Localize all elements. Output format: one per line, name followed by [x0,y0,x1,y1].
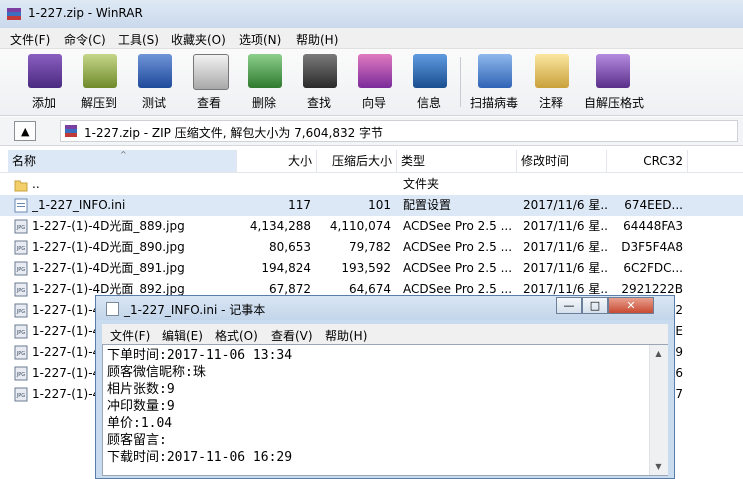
up-arrow-icon: ▲ [21,125,30,138]
np-menu-edit[interactable]: 编辑(E) [162,327,203,344]
extract-to-icon [83,54,117,88]
folder-icon [14,180,28,192]
add-button[interactable]: 添加 [16,52,72,112]
svg-text:JPG: JPG [16,246,25,252]
scroll-up-icon[interactable]: ▲ [650,345,667,362]
menu-favorites[interactable]: 收藏夹(O) [171,31,226,48]
sfx-icon [596,54,630,88]
minimize-icon: — [563,299,575,312]
maximize-button[interactable]: □ [582,297,608,314]
winrar-app-icon [7,8,21,20]
text-line: 冲印数量:9 [107,399,175,414]
column-modified[interactable]: 修改时间 [517,150,607,172]
notepad-text-area[interactable]: 下单时间:2017-11-06 13:34 顾客微信昵称:珠 相片张数:9 冲印… [102,344,668,476]
svg-text:JPG: JPG [16,393,25,399]
svg-text:JPG: JPG [16,288,25,294]
svg-text:JPG: JPG [16,225,25,231]
column-name[interactable]: 名称 ^ [8,150,237,172]
column-type[interactable]: 类型 [397,150,517,172]
np-menu-format[interactable]: 格式(O) [215,327,258,344]
menu-bar: 文件(F) 命令(C) 工具(S) 收藏夹(O) 选项(N) 帮助(H) [0,28,743,49]
scan-virus-icon [478,54,512,88]
column-size[interactable]: 大小 [237,150,317,172]
file-row[interactable]: JPG 1-227-(1)-4D光面_891.jpg 194,824 193,5… [0,258,743,279]
wizard-button[interactable]: 向导 [346,52,402,112]
notepad-menu-bar: 文件(F) 编辑(E) 格式(O) 查看(V) 帮助(H) [102,324,668,344]
test-icon [138,54,172,88]
delete-button[interactable]: 删除 [236,52,292,112]
menu-options[interactable]: 选项(N) [239,31,281,48]
jpg-file-icon: JPG [14,219,28,234]
menu-help[interactable]: 帮助(H) [296,31,338,48]
close-button[interactable]: ✕ [608,297,654,314]
jpg-file-icon: JPG [14,345,28,360]
comment-button[interactable]: 注释 [523,52,579,112]
file-row[interactable]: JPG 1-227-(1)-4D光面_889.jpg 4,134,288 4,1… [0,216,743,237]
wizard-icon [358,54,392,88]
view-icon [193,54,229,90]
svg-text:JPG: JPG [16,372,25,378]
svg-text:JPG: JPG [16,330,25,336]
delete-icon [248,54,282,88]
jpg-file-icon: JPG [14,387,28,402]
find-button[interactable]: 查找 [291,52,347,112]
up-folder-button[interactable]: ▲ [14,121,36,141]
maximize-icon: □ [589,299,601,312]
sort-ascending-icon: ^ [120,150,127,159]
text-line: 单价:1.04 [107,416,173,431]
sfx-button[interactable]: 自解压格式 [580,52,648,112]
comment-icon [535,54,569,88]
jpg-file-icon: JPG [14,366,28,381]
winrar-title-bar: 1-227.zip - WinRAR [0,0,743,28]
notepad-title-bar[interactable]: _1-227_INFO.ini - 记事本 — □ ✕ [96,296,674,320]
file-row[interactable]: .. 文件夹 [0,174,743,195]
np-menu-view[interactable]: 查看(V) [271,327,313,344]
jpg-file-icon: JPG [14,261,28,276]
add-archive-icon [28,54,62,88]
text-line: 下载时间:2017-11-06 16:29 [107,450,293,465]
text-line: 顾客微信昵称:珠 [107,365,206,380]
file-row[interactable]: _1-227_INFO.ini 117 101 配置设置 2017/11/6 星… [0,195,743,216]
column-crc32[interactable]: CRC32 [607,150,688,172]
svg-text:JPG: JPG [16,267,25,273]
notepad-title: _1-227_INFO.ini - 记事本 [124,303,266,317]
column-packed[interactable]: 压缩后大小 [317,150,397,172]
file-list-header: 名称 ^ 大小 压缩后大小 类型 修改时间 CRC32 [0,150,743,173]
archive-icon [65,125,77,137]
address-text: 1-227.zip - ZIP 压缩文件, 解包大小为 7,604,832 字节 [84,126,384,140]
scan-virus-button[interactable]: 扫描病毒 [466,52,522,112]
text-line: 相片张数:9 [107,382,175,397]
minimize-button[interactable]: — [556,297,582,314]
vertical-scrollbar[interactable]: ▲ ▼ [649,345,668,475]
text-line: 顾客留言: [107,433,167,448]
toolbar: 添加 解压到 测试 查看 删除 查找 向导 信息 扫描病毒 注释 自解压格式 [0,49,743,116]
svg-text:JPG: JPG [16,351,25,357]
info-icon [413,54,447,88]
jpg-file-icon: JPG [14,240,28,255]
np-menu-file[interactable]: 文件(F) [110,327,150,344]
find-icon [303,54,337,88]
svg-text:JPG: JPG [16,309,25,315]
menu-commands[interactable]: 命令(C) [64,31,106,48]
jpg-file-icon: JPG [14,282,28,297]
np-menu-help[interactable]: 帮助(H) [325,327,367,344]
extract-to-button[interactable]: 解压到 [71,52,127,112]
menu-file[interactable]: 文件(F) [10,31,50,48]
jpg-file-icon: JPG [14,303,28,318]
address-bar: ▲ 1-227.zip - ZIP 压缩文件, 解包大小为 7,604,832 … [0,117,743,146]
text-line: 下单时间:2017-11-06 13:34 [107,348,293,363]
notepad-window: _1-227_INFO.ini - 记事本 — □ ✕ 文件(F) 编辑(E) … [95,295,675,479]
file-row[interactable]: JPG 1-227-(1)-4D光面_890.jpg 80,653 79,782… [0,237,743,258]
ini-file-icon [14,198,28,213]
menu-tools[interactable]: 工具(S) [118,31,159,48]
view-button[interactable]: 查看 [181,52,237,112]
test-button[interactable]: 测试 [126,52,182,112]
info-button[interactable]: 信息 [401,52,457,112]
scroll-down-icon[interactable]: ▼ [650,458,667,475]
toolbar-separator [460,57,461,107]
close-icon: ✕ [626,299,636,312]
jpg-file-icon: JPG [14,324,28,339]
window-title: 1-227.zip - WinRAR [28,6,143,20]
notepad-icon [106,302,119,316]
